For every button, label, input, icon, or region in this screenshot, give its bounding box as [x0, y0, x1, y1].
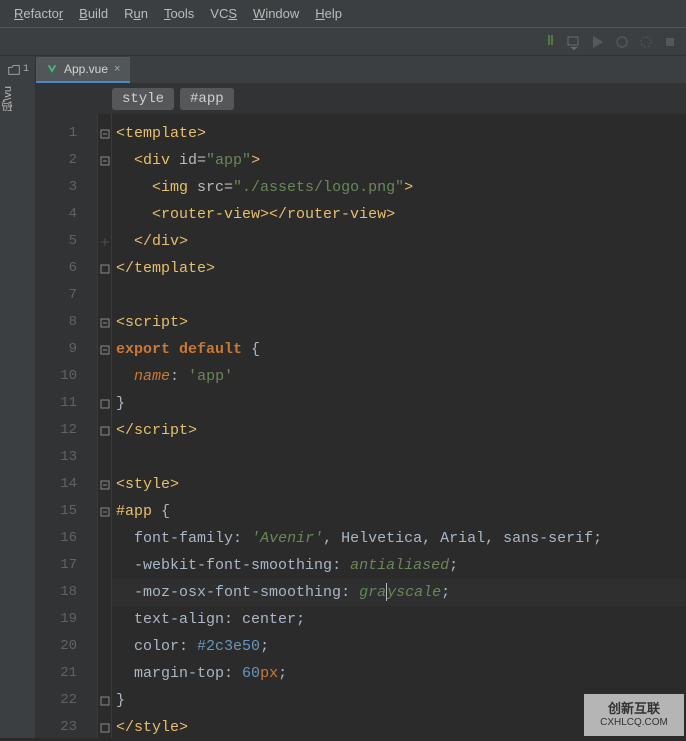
line-number: 8 — [36, 309, 97, 336]
menu-help[interactable]: Help — [307, 2, 350, 25]
crumb-style[interactable]: style — [112, 88, 174, 110]
line-number: 14 — [36, 471, 97, 498]
line-gutter: 1 2 3 4 5 6 7 8 9 10 11 12 13 14 15 16 1… — [36, 114, 98, 738]
line-number: 9 — [36, 336, 97, 363]
left-vertical-label[interactable]: 码\vu — [0, 82, 16, 116]
menu-bar: Refactor BBuilduild Run Tools VCS Window… — [0, 0, 686, 28]
coverage-icon[interactable] — [638, 34, 654, 50]
stop-icon[interactable] — [662, 34, 678, 50]
config-dropdown-icon[interactable] — [566, 34, 582, 50]
editor-tab-bar: App.vue × — [36, 56, 686, 84]
line-number: 5 — [36, 228, 97, 255]
line-number: 13 — [36, 444, 97, 471]
code-editor[interactable]: 1 2 3 4 5 6 7 8 9 10 11 12 13 14 15 16 1… — [36, 114, 686, 738]
fold-close-icon[interactable] — [100, 696, 110, 706]
fold-close-icon[interactable] — [100, 723, 110, 733]
fold-column — [98, 114, 112, 738]
line-number: 4 — [36, 201, 97, 228]
fold-open-icon[interactable] — [100, 318, 110, 328]
menu-vcs[interactable]: VCS — [202, 2, 245, 25]
close-icon[interactable]: × — [114, 63, 120, 75]
line-number: 20 — [36, 633, 97, 660]
menu-build[interactable]: BBuilduild — [71, 2, 116, 25]
line-number: 15 — [36, 498, 97, 525]
line-number: 6 — [36, 255, 97, 282]
breadcrumb-bar: style #app — [36, 84, 686, 114]
line-number: 7 — [36, 282, 97, 309]
debug-icon[interactable] — [614, 34, 630, 50]
vue-file-icon — [46, 63, 58, 75]
line-number: 17 — [36, 552, 97, 579]
line-number: 12 — [36, 417, 97, 444]
line-number: 2 — [36, 147, 97, 174]
crumb-app[interactable]: #app — [180, 88, 234, 110]
menu-tools[interactable]: Tools — [156, 2, 202, 25]
fold-open-icon[interactable] — [100, 507, 110, 517]
menu-run[interactable]: Run — [116, 2, 156, 25]
watermark: 创新互联 CXHLCQ.COM — [584, 694, 684, 736]
project-tool-icon[interactable]: 1 — [0, 56, 36, 82]
line-number: 18 — [36, 579, 97, 606]
line-number: 3 — [36, 174, 97, 201]
menu-refactor[interactable]: Refactor — [6, 2, 71, 25]
code-area[interactable]: <template> <div id="app"> <img src="./as… — [112, 114, 686, 738]
line-number: 21 — [36, 660, 97, 687]
tab-filename: App.vue — [64, 62, 108, 76]
line-number: 19 — [36, 606, 97, 633]
fold-open-icon[interactable] — [100, 345, 110, 355]
fold-close-icon[interactable] — [100, 426, 110, 436]
fold-open-icon[interactable] — [100, 156, 110, 166]
line-number: 22 — [36, 687, 97, 714]
left-tool-column: 1 码\vu — [0, 56, 36, 738]
menu-window[interactable]: Window — [245, 2, 307, 25]
line-number: 23 — [36, 714, 97, 741]
fold-open-icon[interactable] — [100, 480, 110, 490]
watermark-text-cn: 创新互联 — [608, 701, 660, 717]
git-indicator-icon[interactable] — [542, 34, 558, 50]
fold-open-icon[interactable] — [100, 129, 110, 139]
fold-close-icon[interactable] — [100, 399, 110, 409]
tab-app-vue[interactable]: App.vue × — [36, 57, 130, 83]
watermark-text-en: CXHLCQ.COM — [600, 717, 668, 729]
line-number: 10 — [36, 363, 97, 390]
line-number: 16 — [36, 525, 97, 552]
run-icon[interactable] — [590, 34, 606, 50]
fold-close-icon[interactable] — [100, 264, 110, 274]
toolbar — [0, 28, 686, 56]
fold-close-icon[interactable] — [100, 237, 110, 247]
line-number: 11 — [36, 390, 97, 417]
line-number: 1 — [36, 120, 97, 147]
